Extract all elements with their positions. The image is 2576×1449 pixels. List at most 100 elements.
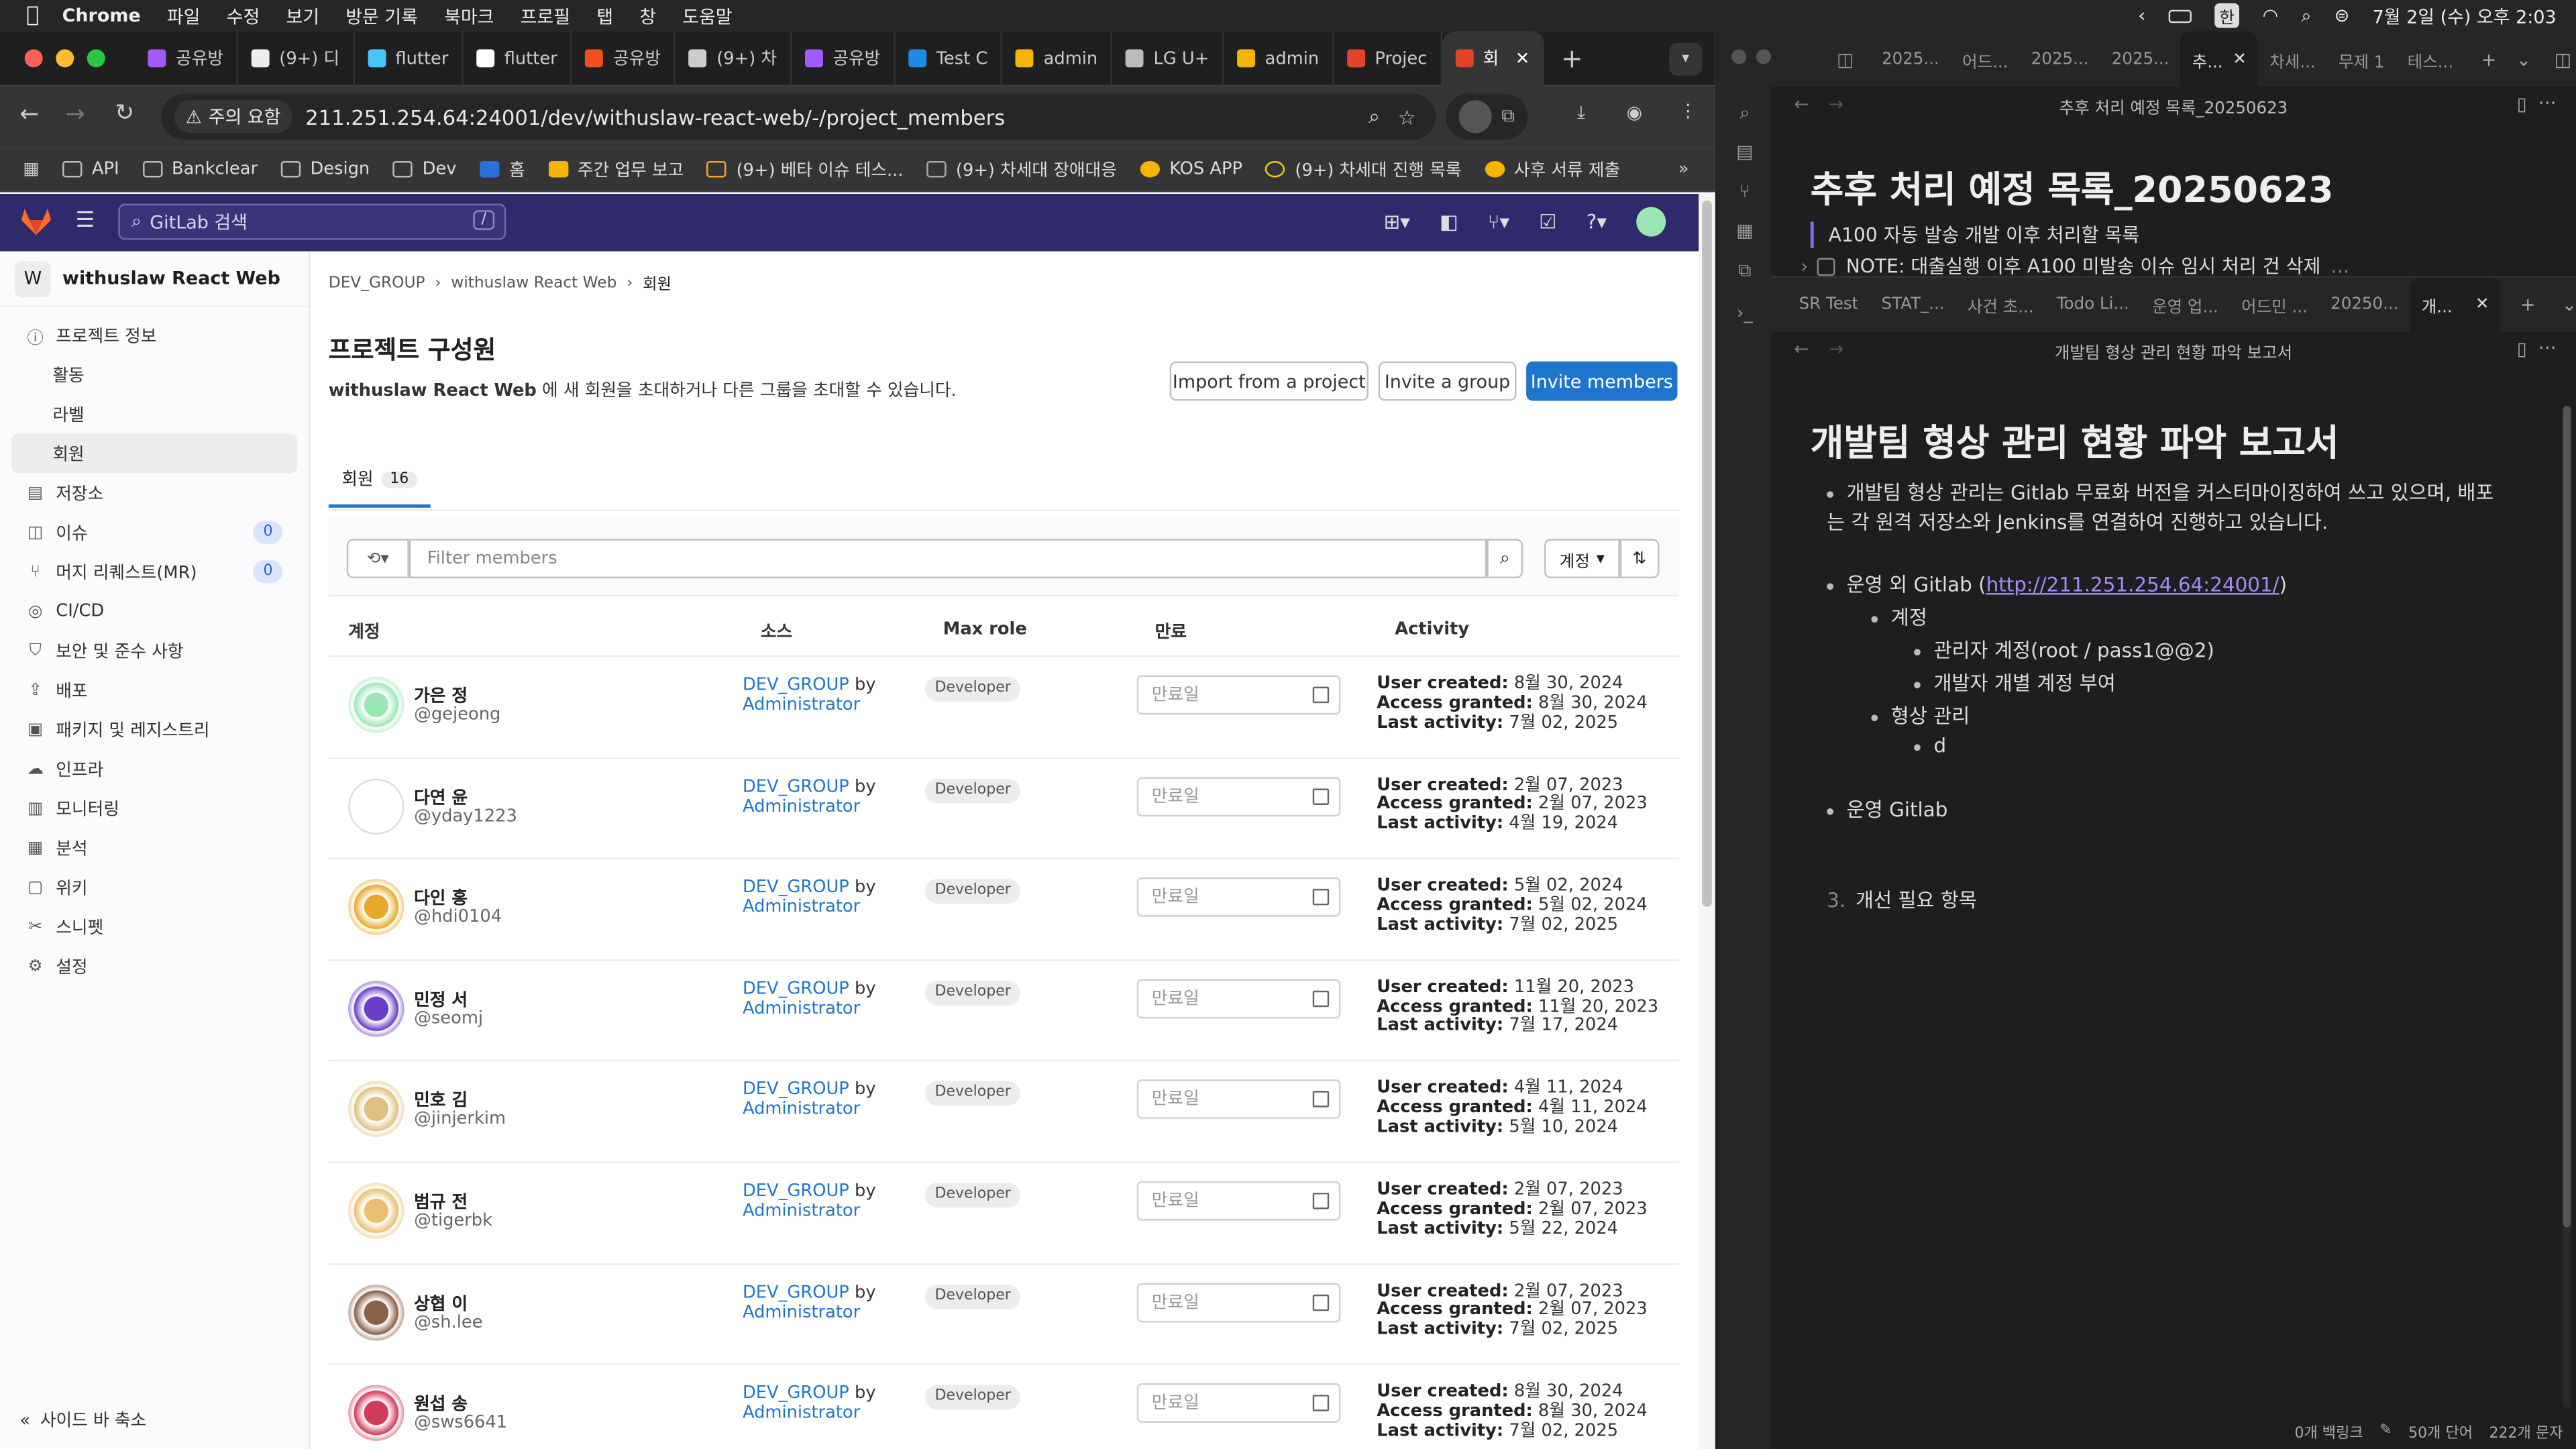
minimize-window-icon[interactable] [1756,49,1772,64]
source-group-link[interactable]: DEV_GROUP [743,877,849,897]
close-window-icon[interactable] [1731,49,1747,64]
browser-tab[interactable]: (9+) 차 [676,31,792,86]
zoom-magnifier-icon[interactable]: ⌕ [1368,103,1380,129]
menu-edit[interactable]: 수정 [227,3,260,29]
right-sidebar-toggle-icon[interactable]: ◫ [2555,48,2571,70]
calendar-icon[interactable] [1312,1293,1330,1311]
extension-puzzle-icon[interactable]: ⧉ [1501,105,1514,128]
sidebar-item[interactable]: ⚙ 설정 [0,947,309,986]
source-admin-link[interactable]: Administrator [743,695,860,714]
bookmark-api[interactable]: API [62,160,119,179]
security-chip[interactable]: ⚠ 주의 요함 [174,100,292,133]
bookmark-home[interactable]: 홈 [479,157,525,182]
kebab-menu-icon[interactable]: ⋮ [1679,100,1697,121]
sidebar-item[interactable]: ⑂ 머지 리퀘스트(MR) 0 [0,552,309,592]
minimize-window-icon[interactable] [56,49,74,68]
bookmark-design[interactable]: Design [280,160,370,179]
member-avatar[interactable] [348,1183,405,1239]
chevron-left-icon[interactable]: ‹ [2138,5,2145,26]
close-window-icon[interactable] [24,49,43,68]
file-search-icon[interactable]: ⌕ [1733,94,1756,133]
sidebar-item[interactable]: ✂ 스니펫 [0,907,309,947]
gitlab-search-input[interactable]: ⌕ GitLab 검색 / [118,203,506,240]
source-group-link[interactable]: DEV_GROUP [743,676,849,695]
sidebar-item[interactable]: ▢ 위키 [0,867,309,907]
expiration-date-input[interactable]: 만료일 [1136,1282,1341,1322]
merge-requests-icon[interactable]: ⑂▾ [1488,210,1509,233]
sidebar-item[interactable]: ▣ 패키지 및 레지스트리 [0,710,309,749]
omnibox[interactable]: ⚠ 주의 요함 211.251.254.64:24001/dev/withusl… [161,93,1436,140]
member-avatar[interactable] [348,879,405,935]
zoom-window-icon[interactable] [87,49,105,68]
profile-icon[interactable]: ◉ [1627,102,1643,123]
edit-pencil-icon[interactable]: ✎ [2379,1423,2392,1439]
member-avatar[interactable] [348,1385,405,1442]
reading-view-icon[interactable]: ▯ [2517,94,2527,115]
expiration-date-input[interactable]: 만료일 [1136,675,1341,715]
member-avatar[interactable] [348,777,405,835]
reload-icon[interactable]: ↻ [115,100,134,126]
url-text[interactable]: 211.251.254.64:24001/dev/withuslaw-react… [305,105,1005,129]
note-tab[interactable]: STAT_... [1870,277,1955,333]
browser-tab[interactable]: flutter [463,31,572,86]
source-admin-link[interactable]: Administrator [743,898,860,917]
member-avatar[interactable] [348,1284,405,1340]
breadcrumb-group[interactable]: DEV_GROUP [329,274,425,292]
bookmark-star-icon[interactable]: ☆ [1398,105,1416,129]
user-avatar[interactable] [1636,207,1666,237]
bookmark-bankclear[interactable]: Bankclear [142,160,258,179]
expiration-date-input[interactable]: 만료일 [1136,1181,1341,1221]
camera-extension-icon[interactable] [1458,100,1492,133]
menu-view[interactable]: 보기 [286,3,319,29]
sidebar-item[interactable]: ◫ 이슈 0 [0,513,309,552]
tab-search-chevron-icon[interactable]: ▾ [1669,42,1703,76]
graph-icon[interactable]: ⑂ [1733,172,1756,212]
note-tab[interactable]: SR Test [1788,277,1870,333]
note-tab[interactable]: 2025... [1870,32,1951,87]
source-admin-link[interactable]: Administrator [743,998,860,1018]
note-tab[interactable]: 테스... [2396,32,2465,87]
battery-icon[interactable] [2168,9,2192,23]
page-scrollbar[interactable] [1699,193,1715,1449]
note-tab[interactable]: 20250... [2319,277,2410,333]
sort-direction-icon[interactable]: ⇅ [1619,539,1660,579]
calendar-icon[interactable] [1312,1192,1330,1210]
note-tab[interactable]: 어드민 ... [2230,277,2319,333]
apple-menu-icon[interactable]:  [26,3,39,28]
browser-tab[interactable]: admin [1224,31,1334,86]
browser-tab[interactable]: (9+) 디 [238,31,355,86]
calendar-icon[interactable] [1312,686,1330,704]
source-admin-link[interactable]: Administrator [743,1201,860,1220]
calendar-icon[interactable] [1312,990,1330,1007]
close-tab-icon[interactable]: ✕ [2233,50,2247,68]
filter-members-input[interactable]: Filter members [409,539,1487,579]
source-group-link[interactable]: DEV_GROUP [743,1283,849,1302]
issues-icon[interactable]: ◧ [1440,210,1458,233]
sidebar-toggle-icon[interactable]: ◫ [1837,48,1854,70]
create-new-icon[interactable]: ⊞▾ [1383,210,1409,233]
gitlab-logo-icon[interactable] [19,207,52,237]
calendar-icon[interactable] [1312,1395,1330,1412]
expiration-date-input[interactable]: 만료일 [1136,776,1341,816]
calendar-icon[interactable]: ▤ [1733,133,1756,172]
browser-tab[interactable]: Test C [895,31,1003,86]
browser-tab[interactable]: 공유방 [135,31,239,86]
sidebar-item[interactable]: 라벨 [0,394,309,434]
sidebar-item[interactable]: ⇪ 배포 [0,670,309,710]
member-avatar[interactable] [348,676,405,733]
sort-dropdown[interactable]: 계정 ▾ [1544,539,1620,579]
scrollbar-thumb[interactable] [2563,405,2571,1228]
calendar-icon[interactable] [1312,889,1330,906]
menu-help[interactable]: 도움말 [682,3,732,29]
invite-group-button[interactable]: Invite a group [1378,361,1517,401]
help-icon[interactable]: ?▾ [1587,210,1607,233]
todos-icon[interactable]: ☑ [1539,210,1556,233]
tab-active[interactable]: 추... ✕ [2180,31,2259,87]
input-method-indicator[interactable]: 한 [2214,3,2240,28]
more-options-icon[interactable]: ⋯ [2538,92,2557,113]
app-menu[interactable]: Chrome [62,5,141,26]
bookmark-docs[interactable]: 사후 서류 제출 [1484,157,1620,182]
gitlab-url-link[interactable]: http://211.251.254.64:24001/ [1986,574,2279,596]
sidebar-item[interactable]: ⓘ 프로젝트 정보 [0,315,309,355]
bookmark-dev[interactable]: Dev [392,160,456,179]
